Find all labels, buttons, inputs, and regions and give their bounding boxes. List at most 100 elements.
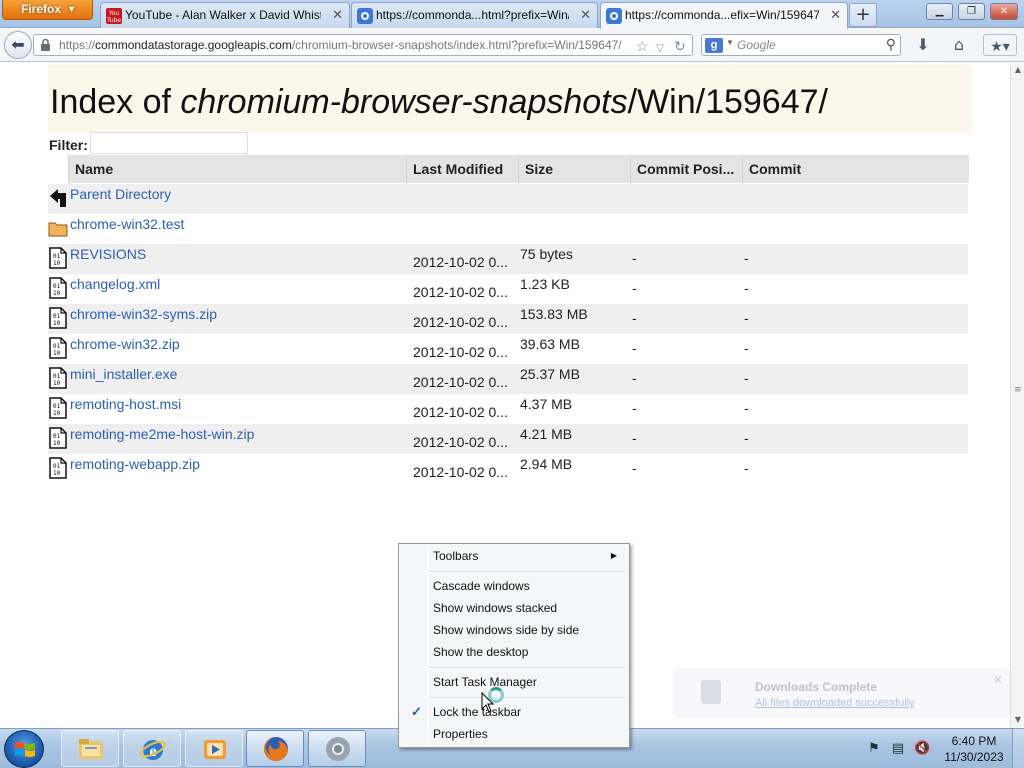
taskbar-media-player[interactable] — [185, 730, 243, 767]
search-icon[interactable]: ⚲ — [886, 36, 896, 53]
menu-item-properties[interactable]: Properties — [401, 724, 627, 744]
file-link[interactable]: Parent Directory — [70, 186, 171, 202]
menu-item-lock-taskbar[interactable]: ✓ Lock the taskbar — [401, 702, 627, 722]
tab-youtube[interactable]: You Tube YouTube - Alan Walker x David Wh… — [100, 2, 350, 28]
table-row[interactable]: 01 10 remoting-host.msi 2012-10-02 0... 4.37… — [48, 394, 968, 424]
size-cell: 1.23 KB — [520, 276, 570, 292]
menu-item-show-desktop[interactable]: Show the desktop — [401, 642, 627, 662]
binary-file-icon: 01 10 — [48, 247, 68, 269]
bookmarks-icon: ★▾ — [990, 39, 1010, 55]
svg-text:01: 01 — [53, 463, 61, 470]
lock-icon — [41, 38, 50, 51]
menu-item-toolbars[interactable]: Toolbars ▶ — [401, 546, 627, 566]
menu-item-label: Show windows stacked — [433, 601, 558, 615]
table-row[interactable]: 01 10 remoting-me2me-host-win.zip 2012-10-0… — [48, 424, 968, 454]
table-row[interactable]: 01 10 REVISIONS 2012-10-02 0... 75 bytes - - — [48, 244, 968, 274]
restore-button[interactable]: ❐ — [958, 3, 985, 20]
scroll-down-icon[interactable]: ▼ — [1011, 713, 1024, 727]
reload-icon[interactable]: ↻ — [674, 36, 686, 56]
volume-muted-icon[interactable]: 🔇 — [914, 741, 930, 757]
tab-snapshots-159647[interactable]: https://commonda...efix=Win/159647/ ✕ — [600, 2, 848, 29]
menu-item-cascade-windows[interactable]: Cascade windows — [401, 576, 627, 596]
close-icon[interactable]: ✕ — [993, 673, 1003, 687]
file-link[interactable]: chrome-win32-syms.zip — [70, 306, 217, 322]
home-button[interactable]: ⌂ — [947, 34, 971, 56]
table-row[interactable]: Parent Directory — [48, 184, 968, 214]
table-row[interactable]: chrome-win32.test — [48, 214, 968, 244]
search-bar[interactable]: g ▼ Google ⚲ — [701, 34, 901, 56]
commit-position-cell: - — [632, 460, 637, 476]
scroll-grip[interactable]: ≡ — [1014, 386, 1022, 395]
file-link[interactable]: chrome-win32.zip — [70, 336, 180, 352]
tab-title: https://commonda...html?prefix=Win/ — [376, 8, 569, 22]
filter-input[interactable] — [90, 132, 248, 154]
taskbar-internet-explorer[interactable]: e — [123, 730, 181, 767]
submenu-arrow-icon: ▶ — [610, 551, 617, 560]
menu-item-label: Properties — [433, 727, 488, 741]
column-header-last-modified[interactable]: Last Modified — [407, 155, 518, 183]
taskbar-chrome[interactable] — [308, 730, 366, 767]
minimize-button[interactable]: ▁ — [926, 3, 953, 20]
clock-time: 6:40 PM — [951, 734, 997, 748]
taskbar-windows-explorer[interactable] — [61, 730, 119, 767]
file-link[interactable]: mini_installer.exe — [70, 366, 177, 382]
action-center-flag-icon[interactable]: ⚑ — [866, 741, 882, 757]
menu-item-show-windows-side-by-side[interactable]: Show windows side by side — [401, 620, 627, 640]
title-bucket: chromium-browser-snapshots — [180, 83, 628, 121]
column-header-commit-position[interactable]: Commit Posi... — [631, 155, 742, 183]
close-window-button[interactable]: ✕ — [990, 3, 1018, 20]
file-link[interactable]: chrome-win32.test — [70, 216, 184, 232]
menu-item-label: Cascade windows — [433, 579, 530, 593]
table-row[interactable]: 01 10 changelog.xml 2012-10-02 0... 1.23 KB -… — [48, 274, 968, 304]
menu-separator — [429, 697, 625, 699]
binary-file-icon: 01 10 — [48, 277, 68, 299]
bookmarks-menu-button[interactable]: ★▾ — [983, 34, 1017, 56]
chevron-down-icon[interactable]: ▼ — [726, 38, 734, 47]
menu-item-show-windows-stacked[interactable]: Show windows stacked — [401, 598, 627, 618]
vertical-scrollbar[interactable]: ▲ ≡ ▼ — [1010, 63, 1024, 727]
windows-logo-icon — [15, 742, 35, 757]
close-tab-icon[interactable]: ✕ — [580, 3, 591, 27]
table-row[interactable]: 01 10 remoting-webapp.zip 2012-10-02 0... 2.… — [48, 454, 968, 484]
table-row[interactable]: 01 10 chrome-win32.zip 2012-10-02 0... 39.63… — [48, 334, 968, 364]
close-tab-icon[interactable]: ✕ — [332, 3, 343, 27]
downloads-complete-notification[interactable]: Downloads Complete All files downloaded … — [674, 669, 1010, 717]
last-modified-cell: 2012-10-02 0... — [413, 344, 508, 360]
start-button[interactable] — [4, 730, 44, 768]
file-link[interactable]: REVISIONS — [70, 246, 146, 262]
back-button[interactable]: ⬅ — [4, 31, 32, 59]
table-row[interactable]: 01 10 chrome-win32-syms.zip 2012-10-02 0...… — [48, 304, 968, 334]
table-row[interactable]: 01 10 mini_installer.exe 2012-10-02 0... 25.… — [48, 364, 968, 394]
google-engine-icon[interactable]: g — [705, 38, 723, 53]
firefox-menu-button[interactable]: Firefox ▼ — [2, 0, 93, 20]
close-tab-icon[interactable]: ✕ — [830, 3, 841, 27]
folder-icon — [48, 217, 68, 239]
file-link[interactable]: changelog.xml — [70, 276, 160, 292]
show-desktop-button[interactable] — [1012, 729, 1024, 768]
column-header-size[interactable]: Size — [519, 155, 630, 183]
url-bar[interactable]: https://commondatastorage.googleapis.com… — [33, 34, 693, 56]
column-header-name[interactable]: Name — [69, 155, 406, 183]
new-tab-button[interactable]: + — [849, 3, 877, 27]
network-icon[interactable]: ▤ — [890, 741, 906, 757]
file-link[interactable]: remoting-host.msi — [70, 396, 181, 412]
notification-title: Downloads Complete — [755, 680, 878, 694]
scroll-up-icon[interactable]: ▲ — [1011, 63, 1024, 77]
commit-cell: - — [744, 250, 749, 266]
checkmark-icon: ✓ — [411, 704, 422, 719]
media-player-icon — [204, 740, 226, 759]
menu-separator — [429, 571, 625, 573]
bookmark-star-icon[interactable]: ☆ — [636, 36, 649, 56]
file-link[interactable]: remoting-webapp.zip — [70, 456, 200, 472]
column-header-commit[interactable]: Commit — [743, 155, 969, 183]
downloads-button[interactable]: ⬇ — [912, 34, 934, 56]
system-clock[interactable]: 6:40 PM 11/30/2023 — [944, 733, 1004, 765]
url-dropdown-icon[interactable]: ▽ — [656, 39, 664, 59]
menu-item-start-task-manager[interactable]: Start Task Manager — [401, 672, 627, 692]
notification-link[interactable]: All files downloaded successfully — [755, 697, 915, 709]
taskbar-firefox[interactable] — [246, 730, 304, 767]
file-link[interactable]: remoting-me2me-host-win.zip — [70, 426, 254, 442]
page-header-band: Index of chromium-browser-snapshots/Win/… — [48, 65, 972, 133]
last-modified-cell: 2012-10-02 0... — [413, 374, 508, 390]
tab-snapshots-index[interactable]: https://commonda...html?prefix=Win/ ✕ — [351, 2, 598, 28]
